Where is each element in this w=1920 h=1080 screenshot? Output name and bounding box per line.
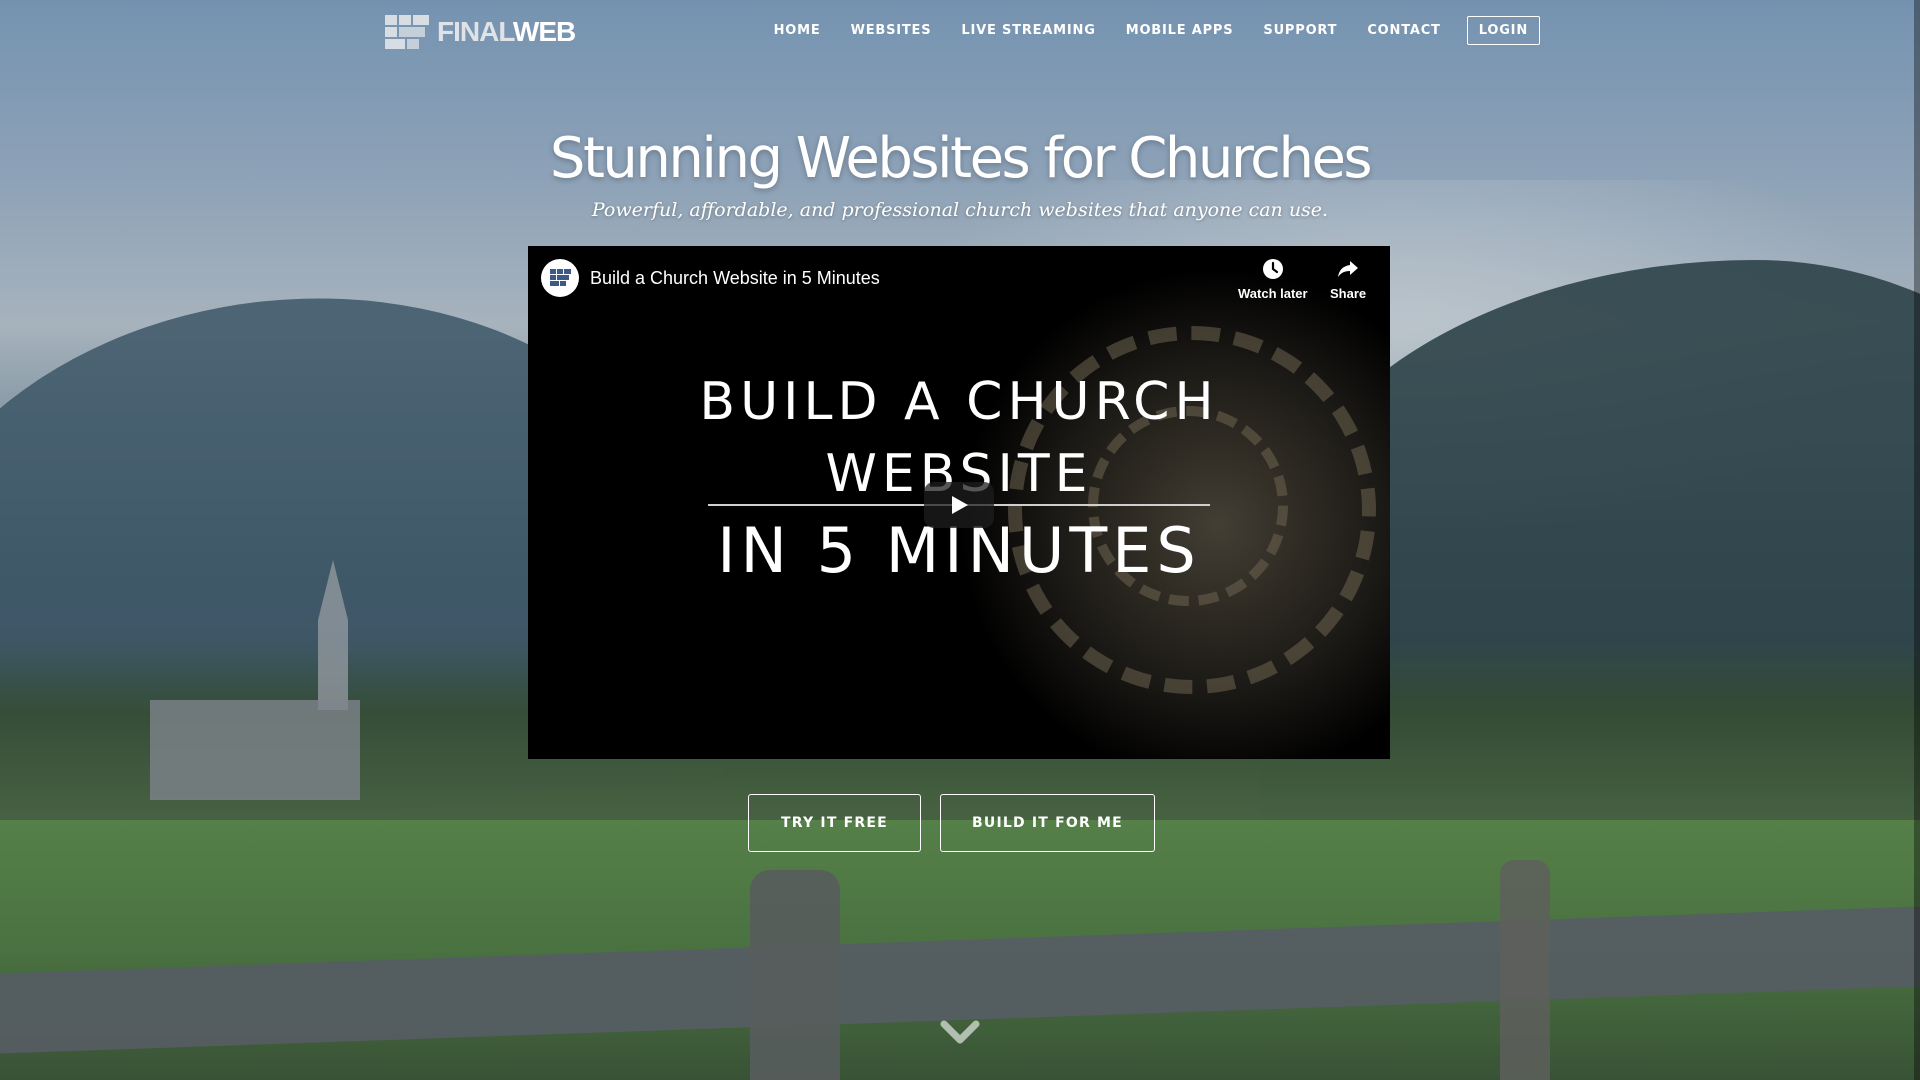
watch-later-label: Watch later — [1238, 286, 1308, 301]
hero-subtitle: Powerful, affordable, and professional c… — [591, 199, 1329, 221]
watch-later-button[interactable]: Watch later — [1238, 258, 1308, 301]
clock-icon — [1262, 259, 1283, 279]
login-button[interactable]: LOGIN — [1466, 16, 1540, 45]
logo-text-final: FINAL — [437, 16, 514, 47]
video-thumbnail-line1: BUILD A CHURCH — [699, 372, 1219, 432]
try-it-free-button[interactable]: TRY IT FREE — [748, 794, 921, 852]
video-title[interactable]: Build a Church Website in 5 Minutes — [590, 268, 880, 289]
share-label: Share — [1330, 286, 1367, 301]
share-arrow-icon — [1338, 261, 1359, 277]
site-logo[interactable]: FINALWEB — [385, 15, 576, 49]
logo-text-web: WEB — [512, 16, 576, 47]
hero-title: Stunning Websites for Churches — [549, 126, 1373, 191]
share-button[interactable]: Share — [1330, 258, 1366, 301]
channel-avatar[interactable] — [541, 259, 579, 297]
nav-item-live-streaming[interactable]: LIVE STREAMING — [961, 23, 1095, 38]
logo-text: FINALWEB — [437, 16, 576, 48]
build-it-for-me-button[interactable]: BUILD IT FOR ME — [940, 794, 1155, 852]
nav-item-mobile-apps[interactable]: MOBILE APPS — [1126, 23, 1234, 38]
video-player[interactable]: Build a Church Website in 5 Minutes Watc… — [528, 246, 1390, 759]
play-button[interactable] — [924, 482, 994, 528]
chevron-down-icon[interactable] — [940, 1018, 980, 1048]
nav-item-contact[interactable]: CONTACT — [1367, 23, 1440, 38]
logo-mark-icon — [385, 15, 429, 49]
main-nav: HOME WEBSITES LIVE STREAMING MOBILE APPS… — [744, 16, 1540, 45]
nav-item-websites[interactable]: WEBSITES — [851, 23, 932, 38]
hero-section: FINALWEB HOME WEBSITES LIVE STREAMING MO… — [0, 0, 1920, 1080]
nav-item-home[interactable]: HOME — [774, 23, 821, 38]
nav-item-support[interactable]: SUPPORT — [1263, 23, 1337, 38]
page-scrollbar[interactable] — [1914, 0, 1920, 1080]
site-header: FINALWEB HOME WEBSITES LIVE STREAMING MO… — [0, 0, 1920, 70]
